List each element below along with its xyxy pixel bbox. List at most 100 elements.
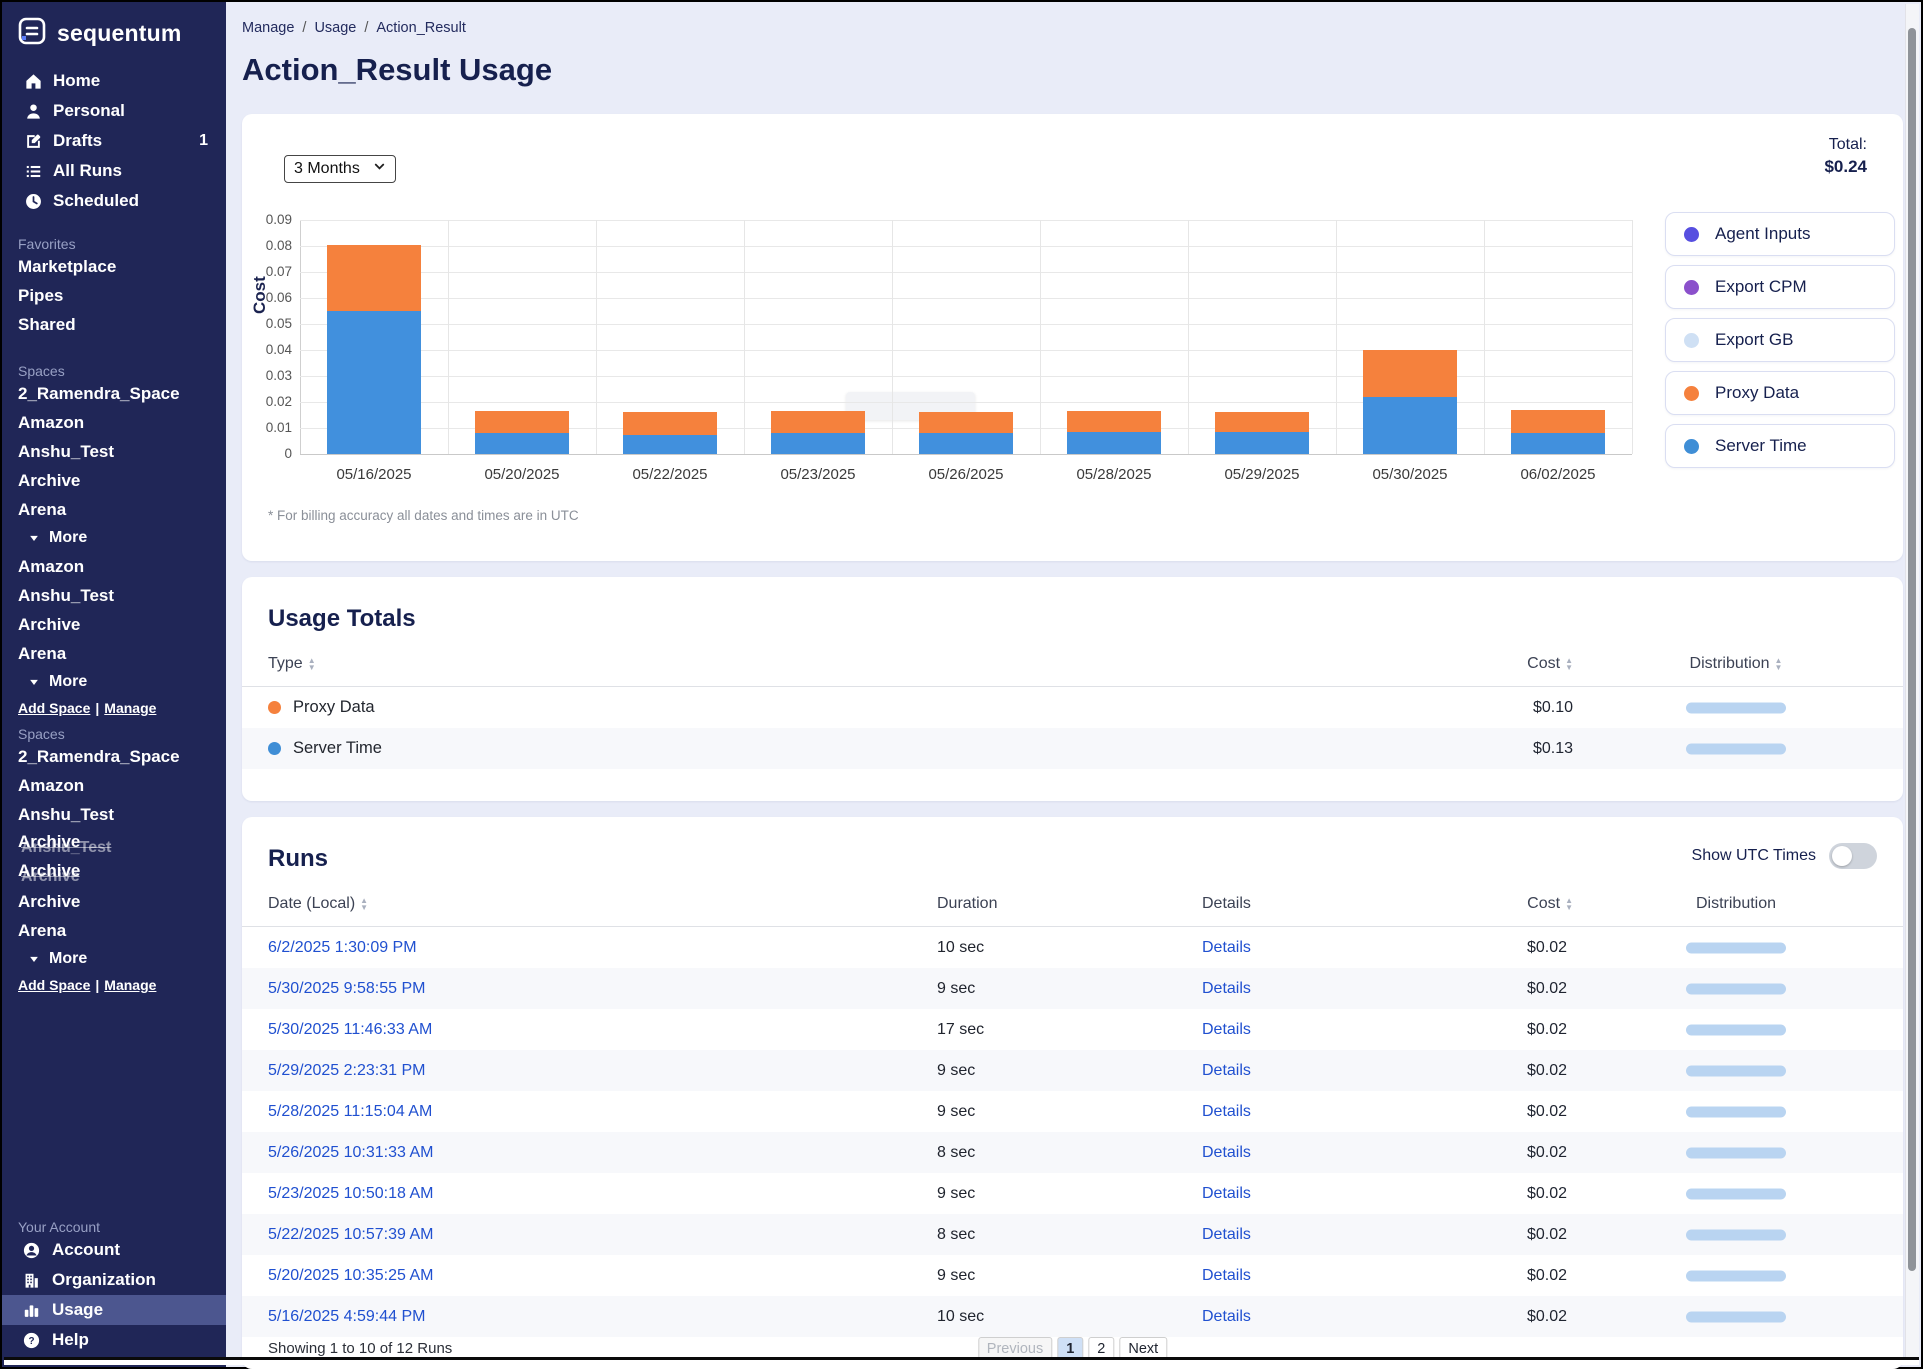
run-duration: 9 sec [937, 1103, 975, 1121]
bar-06-02-2025[interactable] [1511, 410, 1605, 454]
bar-05-16-2025[interactable] [327, 245, 421, 454]
column-header-label: Duration [937, 895, 997, 913]
favorite-item-pipes[interactable]: Pipes [2, 281, 226, 310]
run-details-link[interactable]: Details [1202, 939, 1251, 957]
bar-05-26-2025[interactable] [919, 412, 1013, 454]
bar-05-28-2025[interactable] [1067, 411, 1161, 454]
column-header-type[interactable]: Type▲▼ [268, 655, 316, 673]
run-date-link[interactable]: 5/22/2025 10:57:39 AM [268, 1226, 433, 1244]
spaces-more-button[interactable]: More [2, 524, 226, 552]
space-item-2-ramendra-space[interactable]: 2_Ramendra_Space [2, 379, 226, 408]
account-item-help[interactable]: ?Help [2, 1325, 226, 1355]
chart-gridline [300, 298, 1632, 299]
legend-item-agent-inputs[interactable]: Agent Inputs [1665, 212, 1895, 256]
run-date-link[interactable]: 5/26/2025 10:31:33 AM [268, 1144, 433, 1162]
legend-label: Proxy Data [1715, 383, 1799, 403]
add-space-link[interactable]: Add Space [18, 700, 90, 716]
legend-item-export-cpm[interactable]: Export CPM [1665, 265, 1895, 309]
favorite-item-marketplace[interactable]: Marketplace [2, 252, 226, 281]
space-item-arena[interactable]: Arena [2, 495, 226, 524]
run-details-link[interactable]: Details [1202, 980, 1251, 998]
space-item-amazon[interactable]: Amazon [2, 408, 226, 437]
account-item-usage[interactable]: Usage [2, 1295, 226, 1325]
y-axis-tick-label: 0.08 [246, 238, 292, 253]
sidebar-item-home[interactable]: Home [2, 66, 226, 96]
space-item-arena[interactable]: Arena [2, 916, 226, 945]
run-details-link[interactable]: Details [1202, 1144, 1251, 1162]
space-item-arena[interactable]: Arena [2, 639, 226, 668]
column-header-cost[interactable]: Cost▲▼ [1527, 655, 1573, 673]
sidebar-item-label: Home [53, 71, 100, 91]
account-list: AccountOrganizationUsage?Help [2, 1235, 226, 1355]
legend-item-server-time[interactable]: Server Time [1665, 424, 1895, 468]
favorite-item-shared[interactable]: Shared [2, 310, 226, 339]
legend-item-proxy-data[interactable]: Proxy Data [1665, 371, 1895, 415]
column-header-date-local[interactable]: Date (Local)▲▼ [268, 895, 368, 913]
bar-05-23-2025[interactable] [771, 411, 865, 454]
space-item-glitch[interactable]: Anshu_TestArchive [2, 829, 226, 858]
spaces-more-button[interactable]: More [2, 945, 226, 973]
run-details-link[interactable]: Details [1202, 1308, 1251, 1326]
space-item-amazon[interactable]: Amazon [2, 552, 226, 581]
space-item-anshu-test[interactable]: Anshu_Test [2, 437, 226, 466]
run-details-link[interactable]: Details [1202, 1226, 1251, 1244]
run-date-link[interactable]: 5/20/2025 10:35:25 AM [268, 1267, 433, 1285]
run-details-link[interactable]: Details [1202, 1021, 1251, 1039]
x-axis-tick-label: 05/22/2025 [596, 466, 744, 483]
spaces-section-label: Spaces [2, 357, 226, 379]
x-axis-tick-label: 06/02/2025 [1484, 466, 1632, 483]
column-header-distribution[interactable]: Distribution▲▼ [1646, 655, 1826, 673]
date-range-select[interactable]: 3 Months [284, 155, 396, 183]
legend-color-dot [1684, 333, 1699, 348]
legend-item-export-gb[interactable]: Export GB [1665, 318, 1895, 362]
run-details-link[interactable]: Details [1202, 1267, 1251, 1285]
bar-05-29-2025[interactable] [1215, 412, 1309, 454]
sidebar-item-all-runs[interactable]: All Runs [2, 156, 226, 186]
run-details-link[interactable]: Details [1202, 1103, 1251, 1121]
bar-05-20-2025[interactable] [475, 411, 569, 454]
bar-05-30-2025[interactable] [1363, 350, 1457, 454]
breadcrumb-item-usage[interactable]: Usage [314, 20, 356, 36]
run-details-link[interactable]: Details [1202, 1062, 1251, 1080]
x-axis-tick-label: 05/23/2025 [744, 466, 892, 483]
utc-toggle[interactable] [1829, 843, 1877, 869]
run-date-link[interactable]: 5/29/2025 2:23:31 PM [268, 1062, 425, 1080]
space-item-archive[interactable]: Archive [2, 610, 226, 639]
space-item-archive[interactable]: Archive [2, 466, 226, 495]
sidebar-item-personal[interactable]: Personal [2, 96, 226, 126]
bar-05-22-2025[interactable] [623, 412, 717, 454]
space-item-archive[interactable]: Archive [2, 887, 226, 916]
run-date-link[interactable]: 5/16/2025 4:59:44 PM [268, 1308, 425, 1326]
run-date-link[interactable]: 5/23/2025 10:50:18 AM [268, 1185, 433, 1203]
account-item-account[interactable]: Account [2, 1235, 226, 1265]
scrollbar-thumb[interactable] [1908, 28, 1916, 1271]
manage-spaces-link[interactable]: Manage [104, 700, 156, 716]
space-item-anshu-test[interactable]: Anshu_Test [2, 800, 226, 829]
vertical-scrollbar[interactable] [1905, 4, 1919, 1357]
run-date-link[interactable]: 5/30/2025 9:58:55 PM [268, 980, 425, 998]
brand-logo[interactable]: sequentum [2, 2, 226, 58]
bar-segment-server-time [327, 311, 421, 454]
sidebar-item-drafts[interactable]: Drafts1 [2, 126, 226, 156]
space-item-glitch[interactable]: ArchiveArchive [2, 858, 226, 887]
add-space-link[interactable]: Add Space [18, 977, 90, 993]
sidebar-item-scheduled[interactable]: Scheduled [2, 186, 226, 216]
space-item-anshu-test[interactable]: Anshu_Test [2, 581, 226, 610]
column-header-cost[interactable]: Cost▲▼ [1527, 895, 1573, 913]
manage-spaces-link[interactable]: Manage [104, 977, 156, 993]
breadcrumb-item-action-result[interactable]: Action_Result [376, 20, 465, 36]
space-item-2-ramendra-space[interactable]: 2_Ramendra_Space [2, 742, 226, 771]
legend-color-dot [1684, 280, 1699, 295]
breadcrumb-item-manage[interactable]: Manage [242, 20, 294, 36]
run-date-link[interactable]: 6/2/2025 1:30:09 PM [268, 939, 417, 957]
space-item-amazon[interactable]: Amazon [2, 771, 226, 800]
chart-column-separator [1484, 220, 1485, 454]
account-item-organization[interactable]: Organization [2, 1265, 226, 1295]
run-cost-value: $0.02 [1527, 1267, 1567, 1285]
x-axis-tick-label: 05/26/2025 [892, 466, 1040, 483]
x-axis-tick-label: 05/28/2025 [1040, 466, 1188, 483]
run-date-link[interactable]: 5/28/2025 11:15:04 AM [268, 1103, 432, 1121]
spaces-more-button[interactable]: More [2, 668, 226, 696]
run-details-link[interactable]: Details [1202, 1185, 1251, 1203]
run-date-link[interactable]: 5/30/2025 11:46:33 AM [268, 1021, 432, 1039]
